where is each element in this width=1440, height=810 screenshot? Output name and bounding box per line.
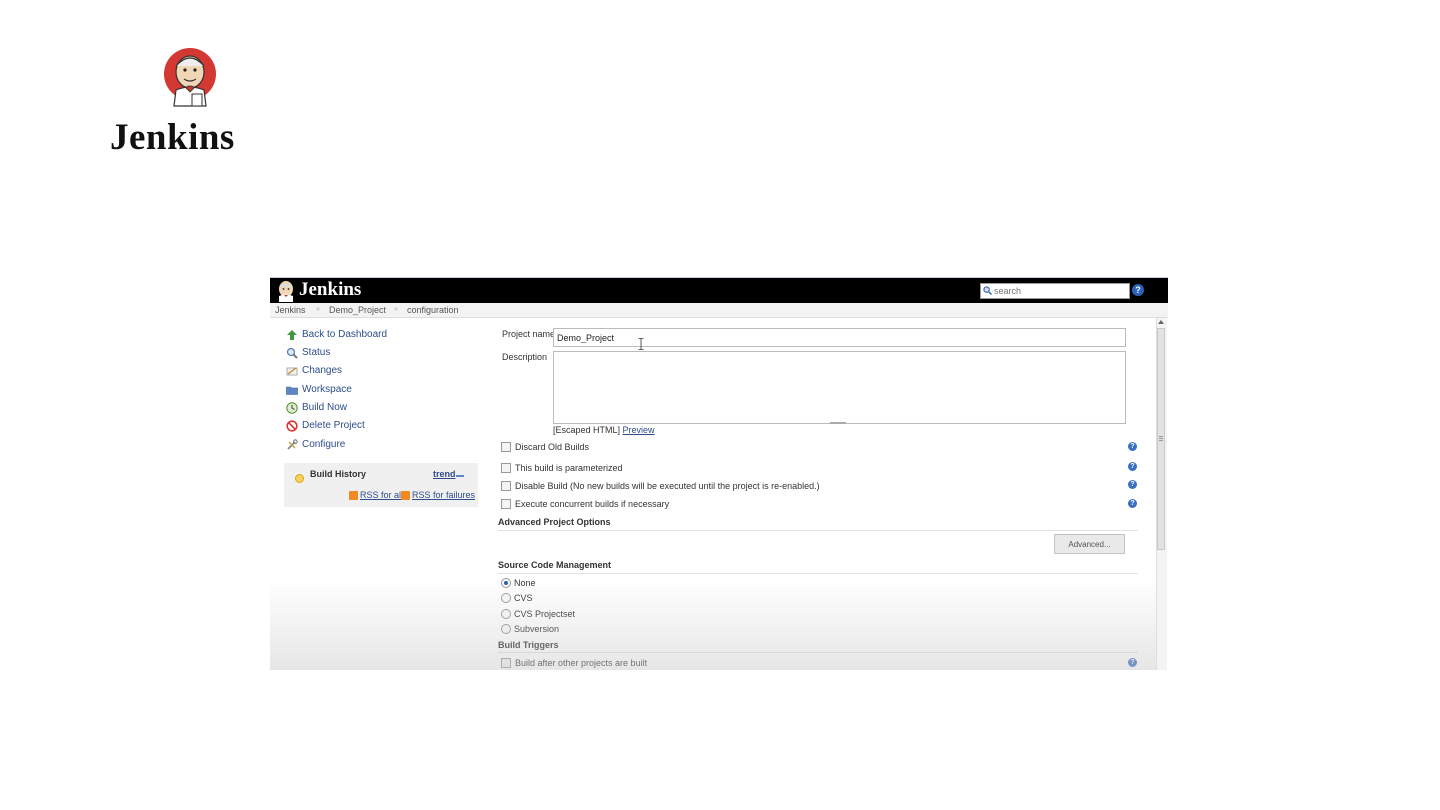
scm-subversion-label: Subversion [514, 624, 560, 634]
section-divider [498, 530, 1138, 531]
sidebar-item-label: Back to Dashboard [302, 329, 388, 340]
notepad-icon [286, 367, 298, 376]
build-after-other-projects-label: Build after other projects are built [515, 658, 648, 668]
escaped-html-label: [Escaped HTML] [553, 425, 621, 435]
search-input[interactable] [994, 284, 1124, 298]
scm-cvs-radio[interactable] [501, 593, 511, 603]
clock-icon [286, 402, 298, 414]
scm-none-radio[interactable] [501, 578, 511, 588]
jenkins-logo: Jenkins [110, 46, 270, 158]
logo-wordmark: Jenkins [110, 117, 235, 158]
scm-none-label: None [514, 578, 536, 588]
folder-icon [286, 386, 298, 395]
breadcrumb-item-project[interactable]: Demo_Project [329, 303, 386, 317]
scm-subversion-radio[interactable] [501, 624, 511, 634]
concurrent-builds-checkbox[interactable] [501, 499, 511, 509]
scm-heading: Source Code Management [498, 560, 612, 570]
search-box[interactable] [980, 283, 1130, 299]
jenkins-butler-icon[interactable] [276, 280, 296, 302]
help-icon[interactable]: ? [1128, 499, 1137, 508]
scm-cvs-label: CVS [514, 593, 533, 603]
build-history-title: Build History [310, 469, 367, 479]
trend-link[interactable]: trend [433, 469, 456, 479]
textarea-resize-handle[interactable] [830, 422, 846, 424]
description-label: Description [502, 352, 548, 362]
scrollbar-grip-icon [1159, 436, 1163, 442]
concurrent-builds-label: Execute concurrent builds if necessary [515, 499, 670, 509]
build-history-panel: Build History trend RSS for all RSS for … [284, 463, 478, 507]
help-icon[interactable]: ? [1128, 462, 1137, 471]
bottom-fade [270, 578, 1156, 670]
build-triggers-heading: Build Triggers [498, 640, 559, 650]
disable-build-checkbox[interactable] [501, 481, 511, 491]
section-divider [498, 573, 1138, 574]
breadcrumb-item-configuration[interactable]: configuration [407, 303, 459, 317]
build-status-icon [295, 474, 304, 483]
sidebar-item-label: Status [302, 347, 331, 358]
project-name-label: Project name [502, 329, 556, 339]
disable-build-label: Disable Build (No new builds will be exe… [515, 481, 820, 491]
discard-old-builds-label: Discard Old Builds [515, 442, 590, 452]
header-bar: Jenkins ? [270, 278, 1168, 303]
search-icon [983, 286, 992, 295]
sidebar-item-label: Configure [302, 439, 346, 450]
help-icon[interactable]: ? [1128, 442, 1137, 451]
header-title[interactable]: Jenkins [299, 279, 361, 301]
text-cursor-icon [638, 338, 644, 350]
advanced-button[interactable]: Advanced... [1054, 534, 1125, 554]
breadcrumb-separator-icon: » [316, 306, 320, 313]
breadcrumb-separator-icon: » [394, 306, 398, 313]
magnifier-icon [286, 347, 298, 359]
scroll-up-arrow-icon[interactable] [1158, 320, 1164, 324]
jenkins-window: Jenkins ? Jenkins » Demo_Project » confi… [270, 277, 1168, 670]
breadcrumb-item-jenkins[interactable]: Jenkins [275, 303, 306, 317]
rss-for-failures-link[interactable]: RSS for failures [412, 490, 475, 500]
section-divider [498, 652, 1138, 653]
discard-old-builds-checkbox[interactable] [501, 442, 511, 452]
trend-icon [456, 475, 464, 477]
sidebar-item-label: Delete Project [302, 420, 365, 431]
help-icon[interactable]: ? [1132, 284, 1144, 296]
scm-cvs-projectset-label: CVS Projectset [514, 609, 576, 619]
scm-cvs-projectset-radio[interactable] [501, 609, 511, 619]
jenkins-butler-icon [164, 48, 216, 107]
escaped-html-note: [Escaped HTML] Preview [553, 425, 655, 435]
sidebar-item-label: Changes [302, 365, 343, 376]
help-icon[interactable]: ? [1128, 480, 1137, 489]
sidebar-item-label: Workspace [302, 384, 352, 395]
breadcrumb: Jenkins » Demo_Project » configuration [270, 303, 1168, 318]
advanced-project-options-heading: Advanced Project Options [498, 517, 611, 527]
build-after-other-projects-checkbox[interactable] [501, 658, 511, 668]
help-icon[interactable]: ? [1128, 658, 1137, 667]
rss-icon [401, 491, 410, 500]
sidebar-item-label: Build Now [302, 402, 348, 413]
wrench-icon [287, 439, 298, 450]
parameterized-label: This build is parameterized [515, 463, 623, 473]
rss-for-all-link[interactable]: RSS for all [360, 490, 403, 500]
rss-icon [349, 491, 358, 500]
no-entry-icon [286, 420, 298, 432]
parameterized-checkbox[interactable] [501, 463, 511, 473]
description-textarea[interactable] [553, 351, 1126, 424]
up-arrow-icon [287, 330, 297, 340]
preview-link[interactable]: Preview [623, 425, 655, 435]
